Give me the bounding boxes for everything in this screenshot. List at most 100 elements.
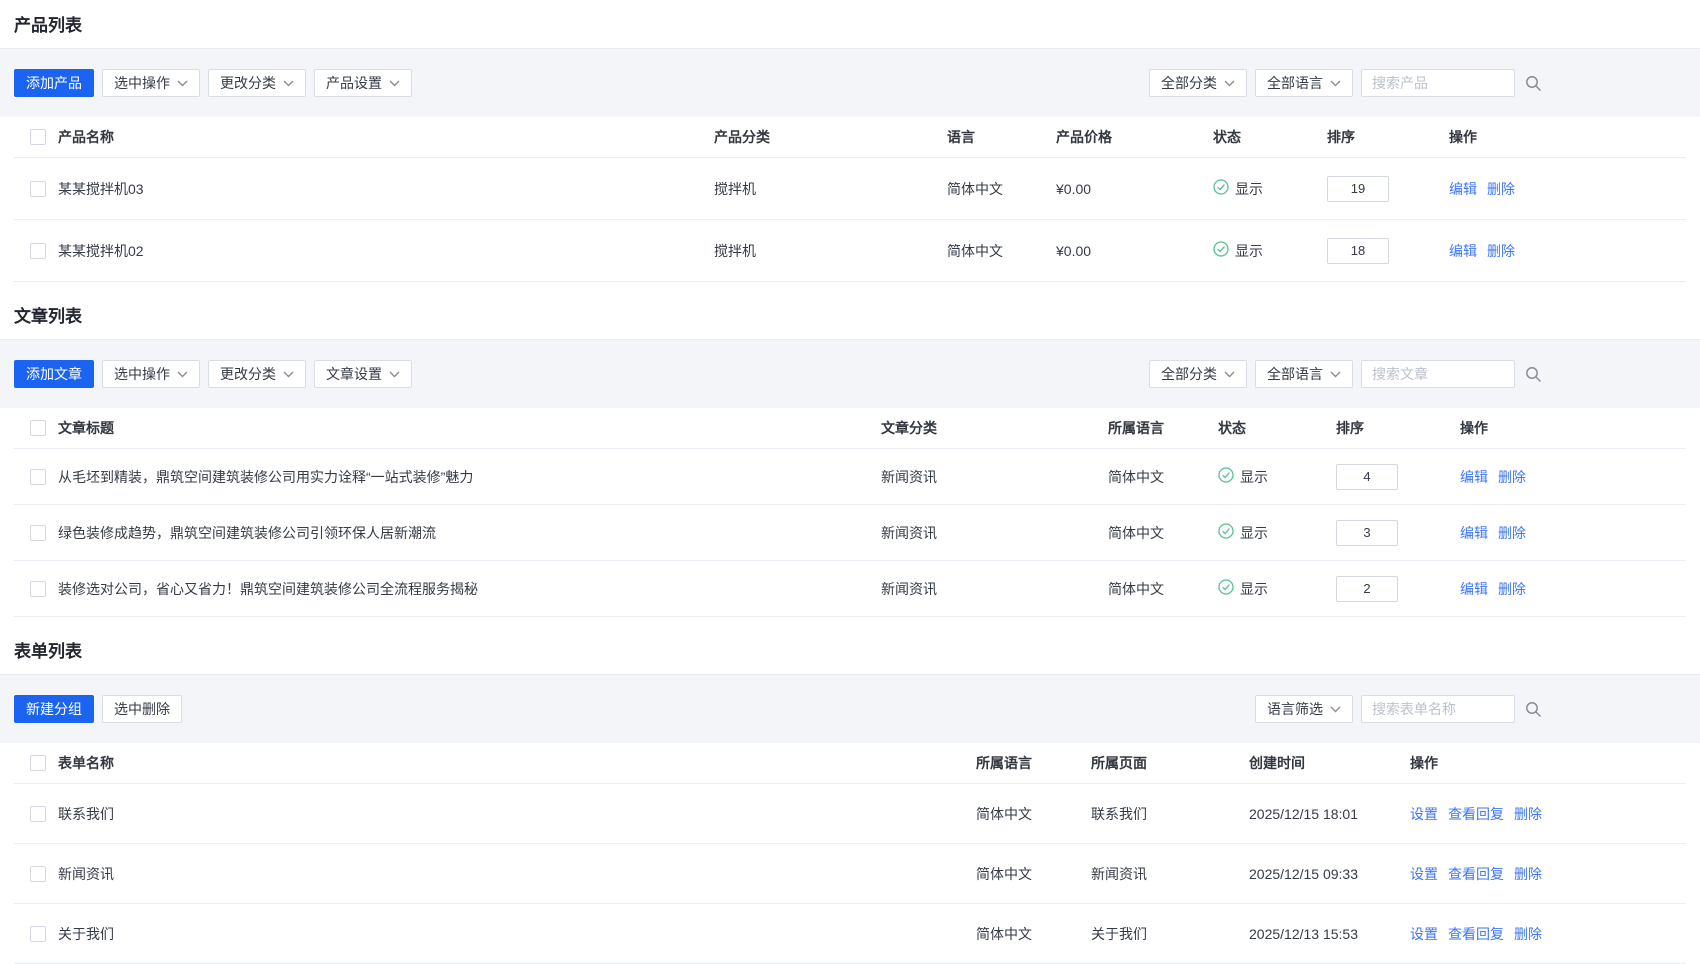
add-product-button[interactable]: 添加产品 [14, 69, 94, 97]
settings-link[interactable]: 设置 [1410, 804, 1438, 824]
delete-link[interactable]: 删除 [1514, 804, 1542, 824]
product-row: 某某搅拌机03 搅拌机 简体中文 ¥0.00 显示 编辑 删除 [14, 158, 1686, 220]
edit-link[interactable]: 编辑 [1460, 523, 1488, 543]
forms-toolbar: 新建分组 选中删除 语言筛选 [0, 675, 1700, 743]
edit-link[interactable]: 编辑 [1449, 179, 1477, 199]
search-icon [1525, 371, 1542, 386]
view-replies-link[interactable]: 查看回复 [1448, 864, 1504, 884]
row-checkbox[interactable] [30, 866, 46, 882]
row-checkbox[interactable] [30, 525, 46, 541]
product-search-input[interactable] [1361, 69, 1515, 97]
article-settings-dropdown[interactable]: 文章设置 [314, 360, 412, 388]
article-selected-action-dropdown[interactable]: 选中操作 [102, 360, 200, 388]
article-change-category-dropdown[interactable]: 更改分类 [208, 360, 306, 388]
col-language: 所属语言 [1108, 418, 1218, 438]
add-article-button[interactable]: 添加文章 [14, 360, 94, 388]
form-row: 关于我们 简体中文 关于我们 2025/12/13 15:53 设置 查看回复 … [14, 904, 1686, 964]
article-language: 简体中文 [1108, 523, 1218, 543]
dropdown-label: 全部分类 [1161, 364, 1217, 384]
article-row: 从毛坯到精装，鼎筑空间建筑装修公司用实力诠释“一站式装修”魅力 新闻资讯 简体中… [14, 449, 1686, 505]
product-settings-dropdown[interactable]: 产品设置 [314, 69, 412, 97]
row-checkbox[interactable] [30, 581, 46, 597]
row-checkbox[interactable] [30, 243, 46, 259]
product-category-filter-dropdown[interactable]: 全部分类 [1149, 69, 1247, 97]
status-text: 显示 [1240, 579, 1268, 599]
search-icon [1525, 80, 1542, 95]
chevron-down-icon [1330, 371, 1341, 378]
col-actions: 操作 [1460, 418, 1686, 438]
col-created: 创建时间 [1249, 753, 1410, 773]
row-checkbox[interactable] [30, 181, 46, 197]
products-section-title: 产品列表 [0, 0, 1700, 49]
view-replies-link[interactable]: 查看回复 [1448, 924, 1504, 944]
form-language-filter-dropdown[interactable]: 语言筛选 [1255, 695, 1353, 723]
product-language-filter-dropdown[interactable]: 全部语言 [1255, 69, 1353, 97]
form-search-input[interactable] [1361, 695, 1515, 723]
new-group-button[interactable]: 新建分组 [14, 695, 94, 723]
product-selected-action-dropdown[interactable]: 选中操作 [102, 69, 200, 97]
chevron-down-icon [1224, 80, 1235, 87]
forms-select-all-checkbox[interactable] [30, 755, 46, 771]
products-toolbar: 添加产品 选中操作 更改分类 产品设置 全部分类 全部语言 [0, 49, 1700, 117]
products-select-all-checkbox[interactable] [30, 129, 46, 145]
status-text: 显示 [1235, 179, 1263, 199]
article-title: 绿色装修成趋势，鼎筑空间建筑装修公司引领环保人居新潮流 [58, 523, 881, 543]
product-name: 某某搅拌机03 [58, 179, 714, 199]
product-change-category-dropdown[interactable]: 更改分类 [208, 69, 306, 97]
form-created-time: 2025/12/15 18:01 [1249, 806, 1410, 822]
col-price: 产品价格 [1056, 127, 1213, 147]
delete-link[interactable]: 删除 [1487, 179, 1515, 199]
edit-link[interactable]: 编辑 [1460, 467, 1488, 487]
products-toolbar-left: 添加产品 选中操作 更改分类 产品设置 [14, 69, 412, 97]
sort-input[interactable] [1327, 238, 1389, 264]
article-row: 绿色装修成趋势，鼎筑空间建筑装修公司引领环保人居新潮流 新闻资讯 简体中文 显示… [14, 505, 1686, 561]
article-category: 新闻资讯 [881, 467, 1108, 487]
dropdown-label: 全部语言 [1267, 364, 1323, 384]
settings-link[interactable]: 设置 [1410, 864, 1438, 884]
col-actions: 操作 [1410, 753, 1686, 773]
edit-link[interactable]: 编辑 [1449, 241, 1477, 261]
col-status: 状态 [1213, 127, 1327, 147]
sort-input[interactable] [1327, 176, 1389, 202]
form-row: 新闻资讯 简体中文 新闻资讯 2025/12/15 09:33 设置 查看回复 … [14, 844, 1686, 904]
row-checkbox[interactable] [30, 806, 46, 822]
chevron-down-icon [1330, 80, 1341, 87]
article-title: 装修选对公司，省心又省力！鼎筑空间建筑装修公司全流程服务揭秘 [58, 579, 881, 599]
articles-toolbar-filters: 全部分类 全部语言 [1149, 360, 1542, 388]
button-label: 选中删除 [114, 699, 170, 719]
sort-input[interactable] [1336, 576, 1398, 602]
edit-link[interactable]: 编辑 [1460, 579, 1488, 599]
search-icon [1525, 706, 1542, 721]
sort-input[interactable] [1336, 520, 1398, 546]
chevron-down-icon [1224, 371, 1235, 378]
products-section: 产品列表 添加产品 选中操作 更改分类 产品设置 全部分类 [0, 0, 1700, 282]
delete-link[interactable]: 删除 [1487, 241, 1515, 261]
col-language: 所属语言 [976, 753, 1091, 773]
article-category-filter-dropdown[interactable]: 全部分类 [1149, 360, 1247, 388]
settings-link[interactable]: 设置 [1410, 924, 1438, 944]
delete-link[interactable]: 删除 [1514, 924, 1542, 944]
row-checkbox[interactable] [30, 926, 46, 942]
article-search-button[interactable] [1525, 366, 1542, 383]
status-badge: 显示 [1213, 179, 1327, 199]
delete-link[interactable]: 删除 [1498, 523, 1526, 543]
article-language-filter-dropdown[interactable]: 全部语言 [1255, 360, 1353, 388]
article-title: 从毛坯到精装，鼎筑空间建筑装修公司用实力诠释“一站式装修”魅力 [58, 467, 881, 487]
row-checkbox[interactable] [30, 469, 46, 485]
sort-input[interactable] [1336, 464, 1398, 490]
articles-table-header: 文章标题 文章分类 所属语言 状态 排序 操作 [14, 408, 1686, 449]
articles-select-all-checkbox[interactable] [30, 420, 46, 436]
delete-link[interactable]: 删除 [1514, 864, 1542, 884]
product-search-button[interactable] [1525, 75, 1542, 92]
article-category: 新闻资讯 [881, 523, 1108, 543]
delete-link[interactable]: 删除 [1498, 579, 1526, 599]
dropdown-label: 语言筛选 [1267, 699, 1323, 719]
form-created-time: 2025/12/15 09:33 [1249, 866, 1410, 882]
check-circle-icon [1213, 179, 1229, 198]
col-sort: 排序 [1336, 418, 1460, 438]
delete-link[interactable]: 删除 [1498, 467, 1526, 487]
delete-selected-button[interactable]: 选中删除 [102, 695, 182, 723]
view-replies-link[interactable]: 查看回复 [1448, 804, 1504, 824]
form-search-button[interactable] [1525, 701, 1542, 718]
article-search-input[interactable] [1361, 360, 1515, 388]
